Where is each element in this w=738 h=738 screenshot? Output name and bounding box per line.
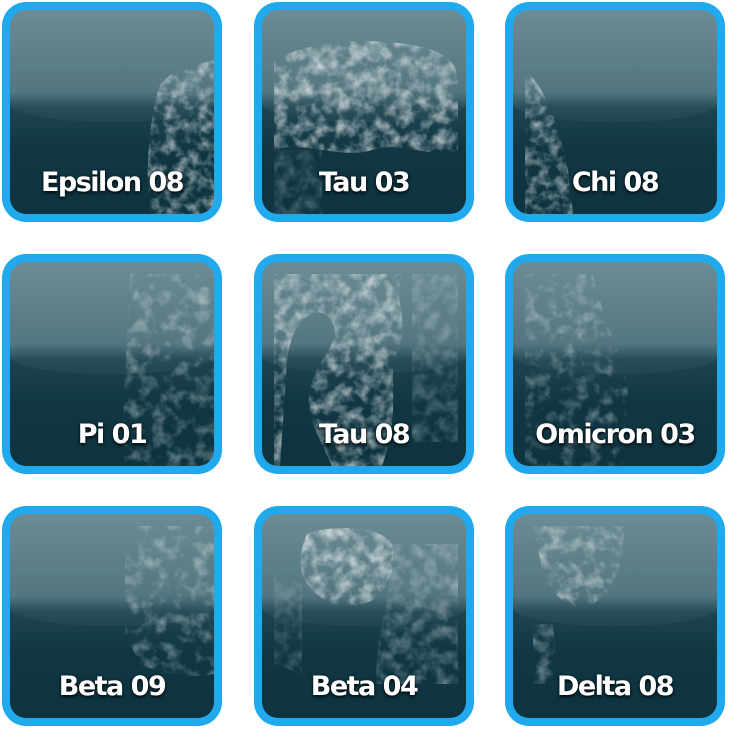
tile-label: Tau 08 — [318, 419, 411, 450]
tile-panel: Tau 08 — [262, 262, 466, 466]
tile-panel: Beta 09 — [10, 514, 214, 718]
tile-grid: Epsilon 08 Tau 03 Chi 08 Pi 01 Tau 08 Om… — [0, 0, 738, 738]
tile-label: Chi 08 — [571, 167, 660, 198]
tile-tau-08[interactable]: Tau 08 — [254, 254, 474, 474]
tile-panel: Tau 03 — [262, 10, 466, 214]
tile-panel: Omicron 03 — [513, 262, 717, 466]
tile-beta-09[interactable]: Beta 09 — [2, 506, 222, 726]
tile-panel: Pi 01 — [10, 262, 214, 466]
tile-beta-04[interactable]: Beta 04 — [254, 506, 474, 726]
tile-omicron-03[interactable]: Omicron 03 — [505, 254, 725, 474]
tile-label: Pi 01 — [77, 419, 148, 450]
tile-panel: Chi 08 — [513, 10, 717, 214]
tile-epsilon-08[interactable]: Epsilon 08 — [2, 2, 222, 222]
tile-panel: Epsilon 08 — [10, 10, 214, 214]
tile-chi-08[interactable]: Chi 08 — [505, 2, 725, 222]
tile-label: Beta 09 — [58, 671, 167, 702]
tile-panel: Beta 04 — [262, 514, 466, 718]
tile-label: Omicron 03 — [535, 419, 696, 450]
tile-label: Epsilon 08 — [40, 167, 185, 198]
tile-panel: Delta 08 — [513, 514, 717, 718]
tile-delta-08[interactable]: Delta 08 — [505, 506, 725, 726]
tile-tau-03[interactable]: Tau 03 — [254, 2, 474, 222]
tile-label: Delta 08 — [556, 671, 675, 702]
tile-label: Beta 04 — [310, 671, 419, 702]
tile-pi-01[interactable]: Pi 01 — [2, 254, 222, 474]
tile-label: Tau 03 — [318, 167, 411, 198]
